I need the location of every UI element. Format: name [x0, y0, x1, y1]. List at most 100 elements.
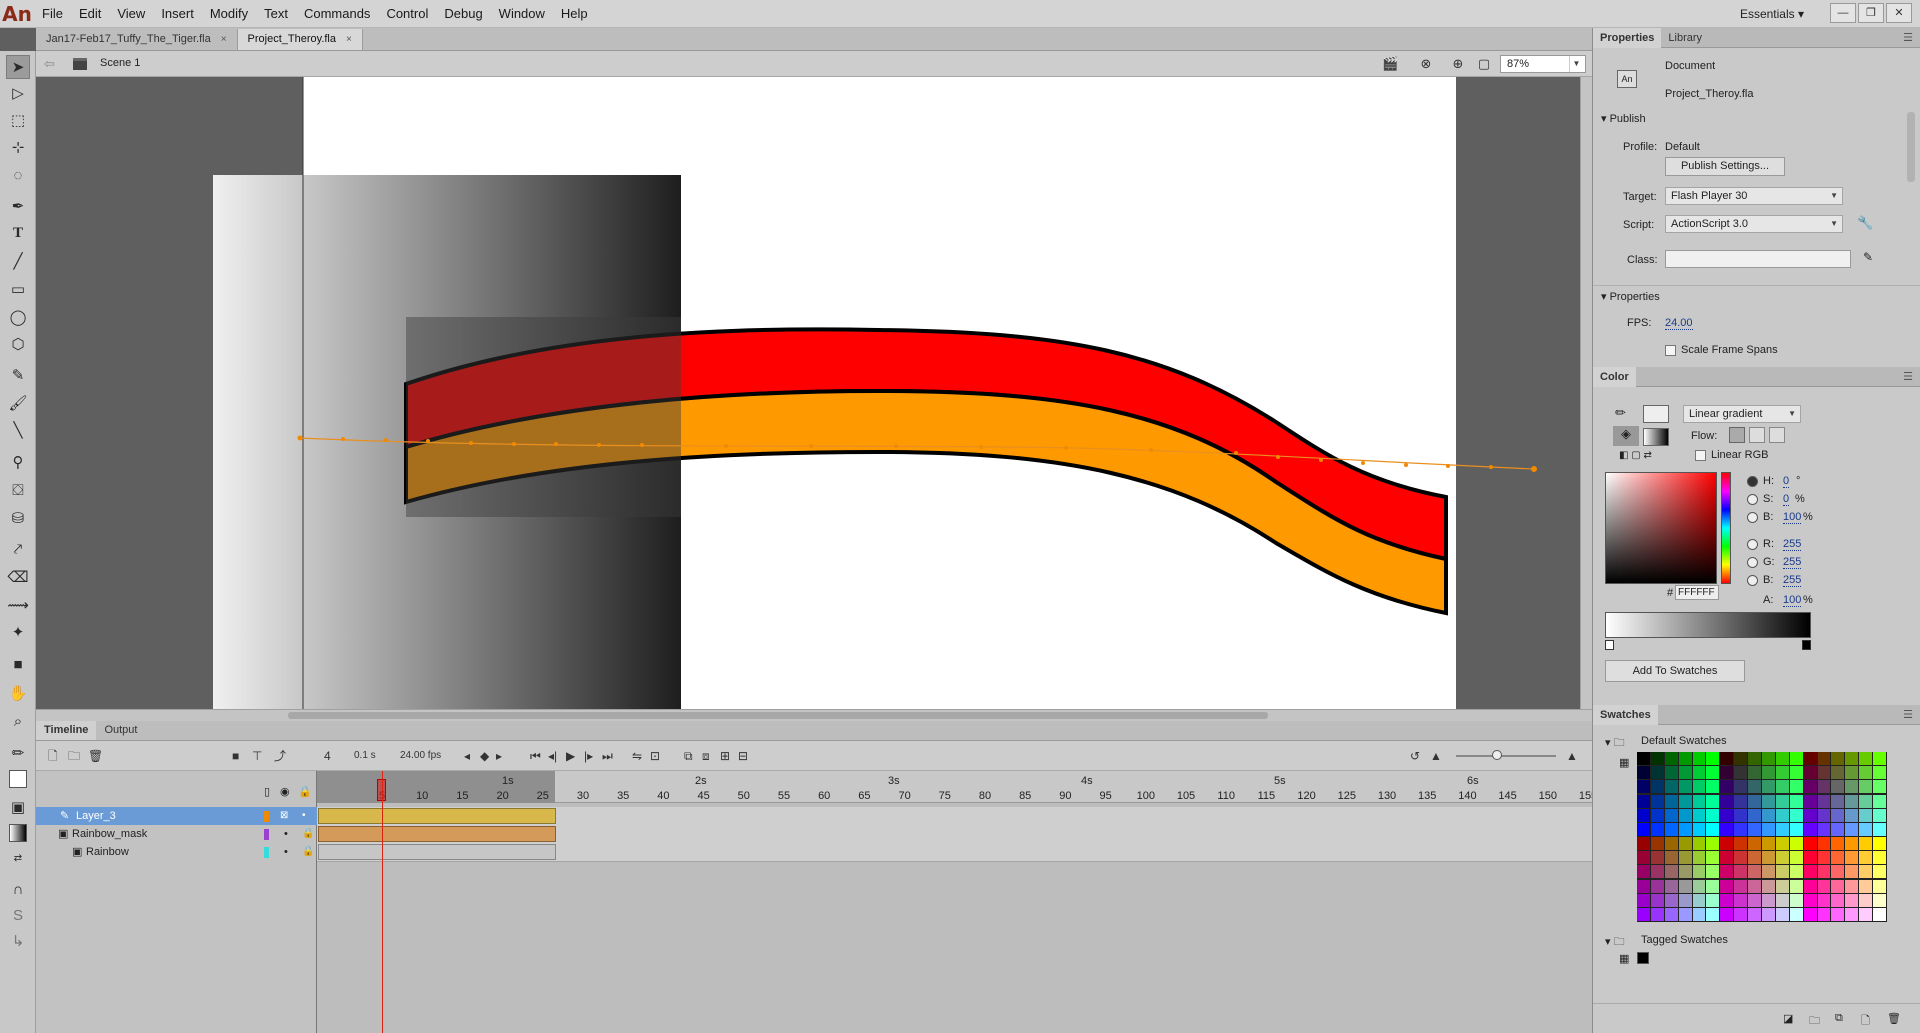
swatch-cell[interactable]: [1748, 780, 1761, 794]
swatch-cell[interactable]: [1637, 893, 1650, 907]
tab-timeline[interactable]: Timeline: [36, 721, 97, 740]
swatch-cell[interactable]: [1845, 865, 1859, 879]
folder-collapse-icon[interactable]: ▾ 🗀: [1605, 734, 1625, 753]
swatch-cell[interactable]: [1762, 865, 1775, 879]
onion-outline-icon[interactable]: ⧈: [702, 749, 710, 763]
swatch-cell[interactable]: [1817, 752, 1831, 766]
swatch-cell[interactable]: [1678, 822, 1692, 836]
ink-bottle-tool-icon[interactable]: ⛁: [6, 506, 30, 530]
swatch-cell[interactable]: [1803, 907, 1817, 921]
swatch-cell[interactable]: [1803, 808, 1817, 822]
workspace-switcher[interactable]: Essentials ▾: [1740, 0, 1804, 28]
swatch-cell[interactable]: [1831, 893, 1845, 907]
wrench-icon[interactable]: 🔧: [1857, 215, 1873, 231]
swatch-cell[interactable]: [1678, 907, 1692, 921]
swatch-cell[interactable]: [1873, 808, 1886, 822]
swatch-cell[interactable]: [1637, 808, 1650, 822]
tab-output[interactable]: Output: [96, 721, 145, 740]
swatch-cell[interactable]: [1748, 879, 1761, 893]
swatch-cell[interactable]: [1762, 879, 1775, 893]
swatch-cell[interactable]: [1845, 837, 1859, 851]
swatch-cell[interactable]: [1789, 851, 1803, 865]
swatch-cell[interactable]: [1803, 837, 1817, 851]
last-frame-icon[interactable]: ⏭: [602, 749, 613, 763]
edit-symbol-icon[interactable]: ⊗: [1418, 56, 1434, 72]
swatch-cell[interactable]: [1831, 851, 1845, 865]
swatch-cell[interactable]: [1762, 907, 1775, 921]
properties-section-header[interactable]: ▾ Properties: [1593, 285, 1920, 307]
swatch-cell[interactable]: [1664, 780, 1678, 794]
swatch-cell[interactable]: [1692, 851, 1706, 865]
menu-file[interactable]: File: [34, 0, 71, 28]
brush-tool-icon[interactable]: 🖌: [6, 391, 30, 415]
swatch-cell[interactable]: [1692, 893, 1706, 907]
frames-area[interactable]: 1s2s3s4s5s6s 510152025303540455055606570…: [317, 771, 1592, 1033]
swatch-cell[interactable]: [1845, 907, 1859, 921]
swatch-cell[interactable]: [1664, 766, 1678, 780]
edit-multiple-icon[interactable]: ⊞: [720, 749, 730, 763]
swatch-cell[interactable]: [1789, 752, 1803, 766]
swatch-cell[interactable]: [1650, 851, 1664, 865]
swatch-cell[interactable]: [1720, 766, 1734, 780]
swatch-cell[interactable]: [1720, 822, 1734, 836]
stroke-swatch[interactable]: [6, 767, 30, 791]
swatch-cell[interactable]: [1775, 893, 1789, 907]
layer-row-layer3[interactable]: ✎ Layer_3 ⊠ •: [36, 807, 317, 825]
swatch-cell[interactable]: [1748, 794, 1761, 808]
swatch-cell[interactable]: [1873, 766, 1886, 780]
swatch-cell[interactable]: [1692, 865, 1706, 879]
swatch-cell[interactable]: [1692, 780, 1706, 794]
swatch-cell[interactable]: [1817, 907, 1831, 921]
swatch-cell[interactable]: [1734, 780, 1748, 794]
swatch-cell[interactable]: [1775, 837, 1789, 851]
swatch-cell[interactable]: [1873, 893, 1886, 907]
swatch-cell[interactable]: [1664, 893, 1678, 907]
menu-text[interactable]: Text: [256, 0, 296, 28]
swatch-cell[interactable]: [1664, 907, 1678, 921]
graph-icon[interactable]: ⤴: [274, 749, 286, 763]
menu-debug[interactable]: Debug: [436, 0, 490, 28]
swatch-cell[interactable]: [1664, 752, 1678, 766]
swatch-cell[interactable]: [1803, 851, 1817, 865]
swatch-cell[interactable]: [1762, 822, 1775, 836]
swatch-cell[interactable]: [1637, 907, 1650, 921]
next-keyframe-icon[interactable]: ▸: [496, 749, 502, 763]
menu-control[interactable]: Control: [378, 0, 436, 28]
lock-icon[interactable]: 🔒: [302, 843, 314, 861]
swatch-cell[interactable]: [1664, 808, 1678, 822]
layer-color-swatch[interactable]: [264, 811, 269, 822]
swatch-cell[interactable]: [1664, 879, 1678, 893]
swatch-cell[interactable]: [1831, 808, 1845, 822]
publish-section-header[interactable]: ▾ Publish: [1593, 108, 1920, 130]
swatch-cell[interactable]: [1845, 766, 1859, 780]
paint-brush-tool-icon[interactable]: ╲: [6, 418, 30, 442]
frames-row-layer3[interactable]: [317, 807, 1592, 825]
frames-row-rainbow-mask[interactable]: [317, 825, 1592, 843]
swatch-cell[interactable]: [1789, 879, 1803, 893]
zoom-select[interactable]: 87% ▼: [1500, 55, 1586, 73]
swatch-cell[interactable]: [1734, 837, 1748, 851]
swatch-cell[interactable]: [1817, 822, 1831, 836]
swatch-cell[interactable]: [1859, 766, 1873, 780]
polystar-tool-icon[interactable]: ⬡: [6, 332, 30, 356]
rectangle-tool-icon[interactable]: ▭: [6, 277, 30, 301]
frame-ruler[interactable]: 1s2s3s4s5s6s 510152025303540455055606570…: [317, 771, 1592, 803]
doc-tab-project[interactable]: Project_Theroy.fla ×: [237, 29, 363, 50]
properties-scrollbar[interactable]: [1907, 112, 1915, 182]
swatch-cell[interactable]: [1720, 780, 1734, 794]
step-forward-icon[interactable]: |▸: [584, 749, 593, 763]
swatch-cell[interactable]: [1803, 752, 1817, 766]
swatch-cell[interactable]: [1637, 766, 1650, 780]
frame-rate[interactable]: 24.00 fps: [400, 749, 441, 763]
swatch-cell[interactable]: [1775, 822, 1789, 836]
lock-icon[interactable]: 🔒: [302, 825, 314, 843]
swatch-cell[interactable]: [1706, 893, 1720, 907]
swatch-cell[interactable]: [1650, 766, 1664, 780]
scroll-thumb[interactable]: [288, 712, 1268, 719]
menu-edit[interactable]: Edit: [71, 0, 109, 28]
swatch-cell[interactable]: [1706, 822, 1720, 836]
restore-button[interactable]: ❐: [1858, 3, 1884, 23]
swatch-cell[interactable]: [1748, 865, 1761, 879]
first-frame-icon[interactable]: ⏮: [530, 749, 541, 763]
swatch-cell[interactable]: [1692, 766, 1706, 780]
